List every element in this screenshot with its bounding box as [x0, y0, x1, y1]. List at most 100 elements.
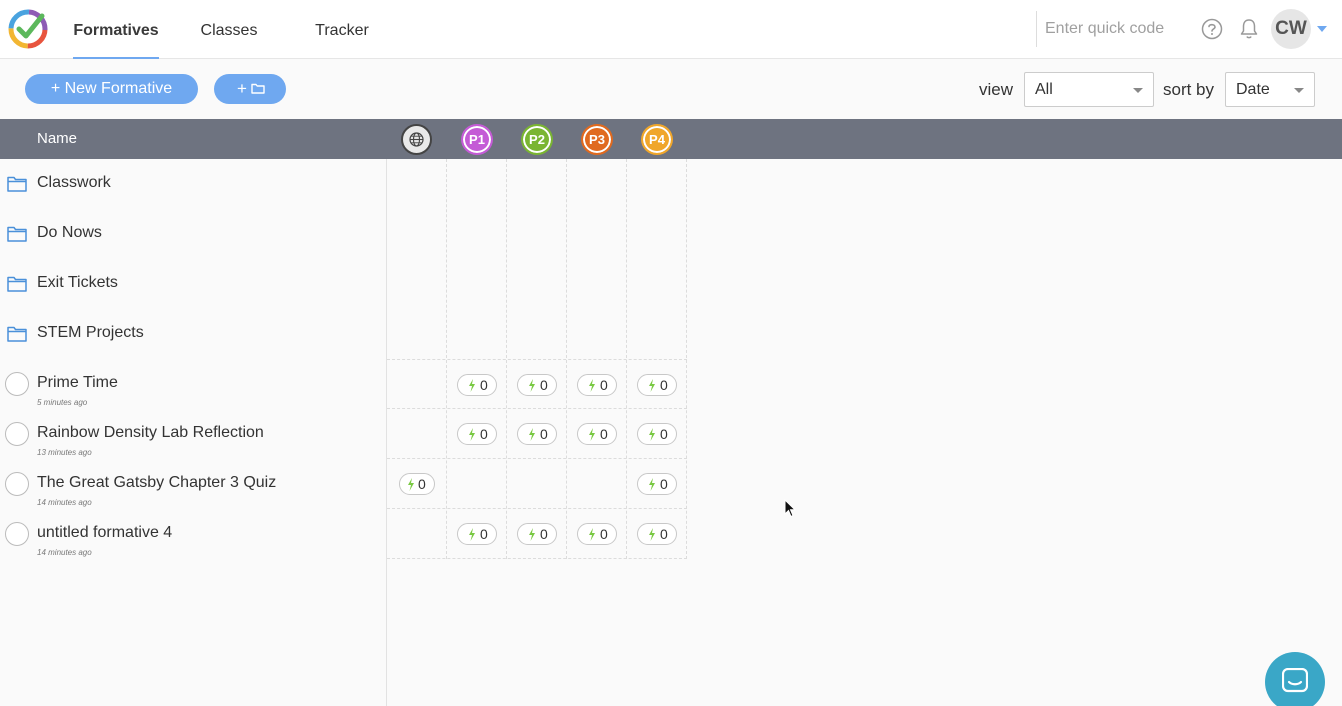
- top-navigation: Formatives Classes Tracker CW: [0, 0, 1342, 59]
- select-checkbox[interactable]: [5, 522, 29, 546]
- sort-label: sort by: [1163, 80, 1215, 99]
- live-count-value: 0: [540, 526, 548, 542]
- view-select-value: All: [1035, 81, 1053, 98]
- live-count-pill[interactable]: 0: [517, 423, 557, 445]
- bell-icon[interactable]: [1239, 18, 1259, 40]
- period-label: P4: [649, 132, 665, 147]
- chat-icon: [1282, 668, 1308, 693]
- folder-name[interactable]: Do Nows: [37, 224, 102, 242]
- chevron-down-icon: [1133, 88, 1143, 93]
- live-count-pill[interactable]: 0: [399, 473, 435, 495]
- formative-title[interactable]: The Great Gatsby Chapter 3 Quiz: [37, 474, 276, 492]
- formative-title[interactable]: untitled formative 4: [37, 524, 172, 542]
- bolt-icon: [529, 428, 535, 441]
- live-count-pill[interactable]: 0: [457, 523, 497, 545]
- live-count-pill[interactable]: 0: [577, 523, 617, 545]
- folder-icon: [7, 176, 27, 192]
- select-checkbox[interactable]: [5, 472, 29, 496]
- period-badge-p3[interactable]: P3: [581, 124, 613, 155]
- live-count-pill[interactable]: 0: [637, 423, 677, 445]
- period-badge-p1[interactable]: P1: [461, 124, 493, 155]
- chevron-down-icon: [1294, 88, 1304, 93]
- folder-row[interactable]: Classwork: [0, 159, 386, 209]
- live-count-value: 0: [600, 377, 608, 393]
- formative-title[interactable]: Rainbow Density Lab Reflection: [37, 424, 264, 442]
- row-divider: [387, 458, 687, 459]
- formative-row[interactable]: The Great Gatsby Chapter 3 Quiz 14 minut…: [0, 459, 386, 509]
- bolt-icon: [469, 379, 475, 392]
- avatar[interactable]: CW: [1271, 9, 1311, 49]
- period-label: P3: [589, 132, 605, 147]
- live-count-pill[interactable]: 0: [637, 473, 677, 495]
- bolt-icon: [589, 428, 595, 441]
- bolt-icon: [408, 478, 414, 491]
- live-count-pill[interactable]: 0: [517, 374, 557, 396]
- folder-row[interactable]: Do Nows: [0, 209, 386, 259]
- sort-select[interactable]: Date: [1225, 72, 1315, 107]
- live-count-pill[interactable]: 0: [577, 374, 617, 396]
- bolt-icon: [469, 528, 475, 541]
- live-count-value: 0: [600, 426, 608, 442]
- formative-row[interactable]: Prime Time 5 minutes ago: [0, 359, 386, 409]
- live-count-value: 0: [480, 426, 488, 442]
- view-select[interactable]: All: [1024, 72, 1154, 107]
- folder-row[interactable]: Exit Tickets: [0, 259, 386, 309]
- period-badge-p2[interactable]: P2: [521, 124, 553, 155]
- folder-name[interactable]: Classwork: [37, 174, 111, 192]
- live-count-pill[interactable]: 0: [577, 423, 617, 445]
- bolt-icon: [649, 528, 655, 541]
- select-checkbox[interactable]: [5, 422, 29, 446]
- tab-classes[interactable]: Classes: [200, 0, 258, 59]
- formative-logo-icon[interactable]: [8, 9, 48, 49]
- new-folder-button[interactable]: +: [214, 74, 286, 104]
- live-count-pill[interactable]: 0: [637, 523, 677, 545]
- formative-row[interactable]: untitled formative 4 14 minutes ago: [0, 509, 386, 559]
- folder-row[interactable]: STEM Projects: [0, 309, 386, 359]
- nav-divider: [1036, 11, 1037, 47]
- live-count-value: 0: [418, 476, 426, 492]
- chat-support-button[interactable]: [1265, 652, 1325, 706]
- select-checkbox[interactable]: [5, 372, 29, 396]
- folder-icon: [7, 326, 27, 342]
- bolt-icon: [649, 428, 655, 441]
- bolt-icon: [529, 528, 535, 541]
- period-badge-p4[interactable]: P4: [641, 124, 673, 155]
- new-formative-button[interactable]: + New Formative: [25, 74, 198, 104]
- chevron-down-icon[interactable]: [1317, 26, 1327, 32]
- plus-label: +: [237, 79, 247, 98]
- live-count-value: 0: [660, 426, 668, 442]
- folder-icon: [251, 83, 265, 94]
- formative-title[interactable]: Prime Time: [37, 374, 118, 392]
- folder-icon: [7, 276, 27, 292]
- tab-tracker[interactable]: Tracker: [313, 0, 371, 59]
- formative-timestamp: 5 minutes ago: [37, 398, 88, 407]
- live-count-pill[interactable]: 0: [517, 523, 557, 545]
- help-icon[interactable]: [1201, 18, 1223, 40]
- bolt-icon: [469, 428, 475, 441]
- folder-icon: [7, 226, 27, 242]
- name-column-header[interactable]: Name: [37, 130, 77, 147]
- period-label: P2: [529, 132, 545, 147]
- tab-formatives[interactable]: Formatives: [73, 0, 159, 59]
- live-count-pill[interactable]: 0: [457, 423, 497, 445]
- period-label: P1: [469, 132, 485, 147]
- row-divider: [387, 359, 687, 360]
- formative-row[interactable]: Rainbow Density Lab Reflection 13 minute…: [0, 409, 386, 459]
- live-count-value: 0: [480, 526, 488, 542]
- folder-name[interactable]: Exit Tickets: [37, 274, 118, 292]
- live-count-value: 0: [660, 377, 668, 393]
- live-count-pill[interactable]: 0: [637, 374, 677, 396]
- quick-code-input[interactable]: [1045, 17, 1180, 41]
- globe-icon[interactable]: [401, 124, 432, 155]
- folder-name[interactable]: STEM Projects: [37, 324, 144, 342]
- row-divider: [387, 408, 687, 409]
- live-count-value: 0: [540, 426, 548, 442]
- bolt-icon: [589, 379, 595, 392]
- live-count-pill[interactable]: 0: [457, 374, 497, 396]
- formative-timestamp: 14 minutes ago: [37, 548, 92, 557]
- live-count-value: 0: [600, 526, 608, 542]
- row-divider: [387, 508, 687, 509]
- bolt-icon: [529, 379, 535, 392]
- bolt-icon: [649, 379, 655, 392]
- view-label: view: [979, 80, 1014, 99]
